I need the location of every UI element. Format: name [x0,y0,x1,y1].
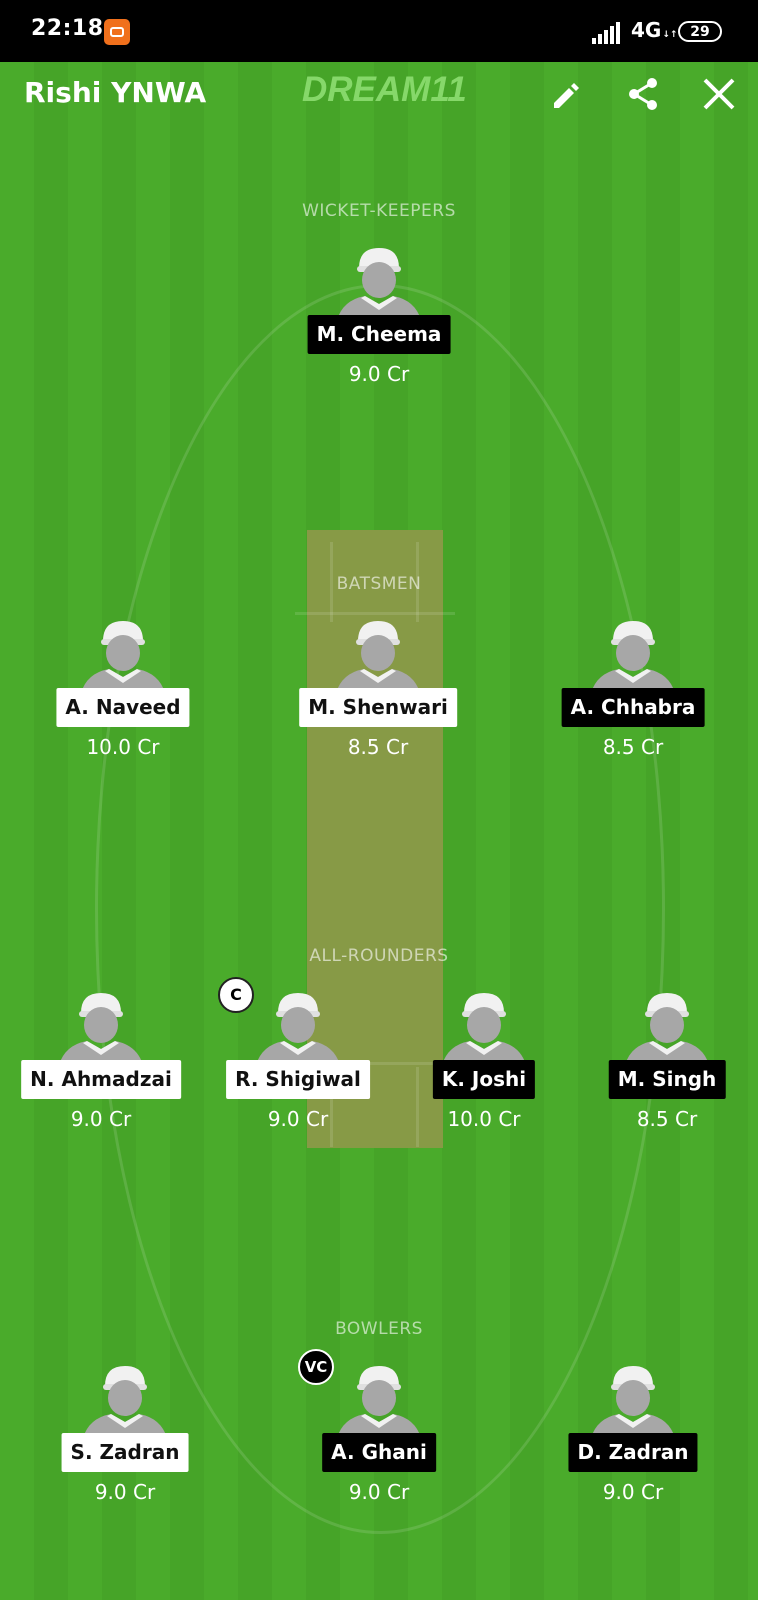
player-credit: 9.0 Cr [70,1107,132,1131]
player-credit: 9.0 Cr [267,1107,329,1131]
player-credit: 9.0 Cr [602,1480,664,1504]
player-avatar-icon [442,993,526,1065]
section-label-bowlers: BOWLERS [335,1319,423,1339]
player-credit: 9.0 Cr [348,362,410,386]
player-credit: 8.5 Cr [636,1107,698,1131]
team-name: Rishi YNWA [24,76,207,109]
section-label-batsmen: BATSMEN [336,574,422,594]
player-card[interactable]: A. Chhabra 8.5 Cr [553,621,713,771]
battery-icon: 29 [678,21,722,42]
status-time: 22:18 [31,16,104,41]
player-avatar-icon [256,993,340,1065]
section-label-all-rounders: ALL-ROUNDERS [309,946,449,966]
player-card[interactable]: A. Ghani 9.0 Cr [299,1366,459,1516]
share-icon [629,78,657,110]
player-credit: 9.0 Cr [94,1480,156,1504]
player-avatar-icon [336,621,420,693]
close-button[interactable] [699,74,739,114]
player-card[interactable]: S. Zadran 9.0 Cr [45,1366,205,1516]
player-name: K. Joshi [432,1060,536,1099]
player-card[interactable]: M. Shenwari 8.5 Cr [298,621,458,771]
vice-captain-badge: VC [298,1349,334,1385]
player-card[interactable]: D. Zadran 9.0 Cr [553,1366,713,1516]
player-avatar-icon [337,1366,421,1438]
player-card[interactable]: K. Joshi 10.0 Cr [404,993,564,1143]
section-label-wicket-keepers: WICKET-KEEPERS [302,201,456,221]
player-avatar-icon [625,993,709,1065]
battery-level: 29 [690,24,710,40]
status-bar: 22:18 4G↓↑ 29 [0,0,758,62]
share-button[interactable] [623,74,663,114]
dream11-logo: DREAM11 [302,70,467,109]
player-credit: 10.0 Cr [447,1107,521,1131]
player-avatar-icon [59,993,143,1065]
player-card[interactable]: R. Shigiwal 9.0 Cr [218,993,378,1143]
mi-notification-icon [104,19,130,45]
player-name: D. Zadran [568,1433,698,1472]
player-avatar-icon [81,621,165,693]
pencil-icon [554,83,579,108]
network-indicator: 4G↓↑ [631,18,678,42]
player-name: A. Naveed [56,688,190,727]
player-name: S. Zadran [61,1433,189,1472]
edit-team-button[interactable] [546,74,586,114]
player-card[interactable]: A. Naveed 10.0 Cr [43,621,203,771]
close-icon [703,78,735,110]
player-credit: 10.0 Cr [86,735,160,759]
player-card[interactable]: M. Singh 8.5 Cr [587,993,747,1143]
player-name: M. Shenwari [299,688,457,727]
player-avatar-icon [83,1366,167,1438]
player-card[interactable]: N. Ahmadzai 9.0 Cr [21,993,181,1143]
player-credit: 8.5 Cr [347,735,409,759]
player-avatar-icon [337,248,421,320]
player-name: M. Singh [608,1060,726,1099]
player-name: A. Ghani [322,1433,436,1472]
player-name: N. Ahmadzai [21,1060,181,1099]
player-avatar-icon [591,621,675,693]
signal-icon [592,20,622,44]
player-name: R. Shigiwal [226,1060,370,1099]
player-avatar-icon [591,1366,675,1438]
player-name: A. Chhabra [561,688,705,727]
player-card[interactable]: M. Cheema 9.0 Cr [299,248,459,398]
player-credit: 8.5 Cr [602,735,664,759]
crease-line [295,612,455,615]
player-name: M. Cheema [307,315,451,354]
captain-badge: C [218,977,254,1013]
player-credit: 9.0 Cr [348,1480,410,1504]
